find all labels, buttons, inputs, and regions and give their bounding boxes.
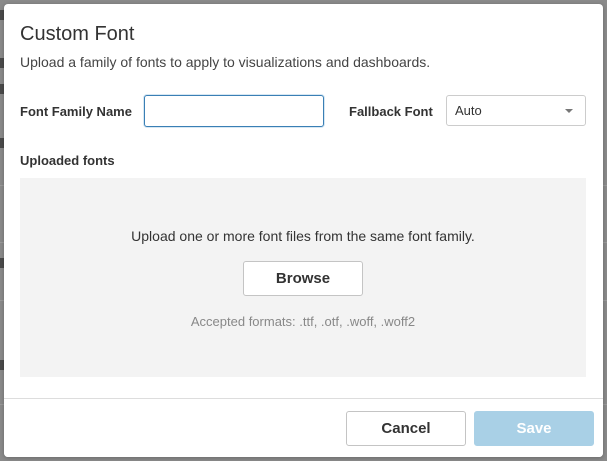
caret-down-icon	[565, 109, 573, 113]
fallback-font-label: Fallback Font	[349, 104, 433, 119]
custom-font-dialog: Custom Font Upload a family of fonts to …	[4, 4, 603, 457]
font-family-name-label: Font Family Name	[20, 104, 132, 119]
upload-instruction: Upload one or more font files from the s…	[131, 228, 475, 244]
font-family-name-input[interactable]	[144, 95, 324, 127]
fallback-font-value: Auto	[455, 103, 482, 118]
font-upload-dropzone[interactable]: Upload one or more font files from the s…	[20, 178, 586, 377]
dialog-subtitle: Upload a family of fonts to apply to vis…	[20, 54, 431, 70]
uploaded-fonts-label: Uploaded fonts	[20, 153, 115, 168]
dialog-title: Custom Font	[20, 23, 135, 45]
save-button[interactable]: Save	[474, 411, 594, 446]
accepted-formats-text: Accepted formats: .ttf, .otf, .woff, .wo…	[190, 314, 416, 329]
dialog-footer: Cancel Save	[4, 398, 603, 457]
cancel-button[interactable]: Cancel	[346, 411, 466, 446]
browse-button[interactable]: Browse	[243, 261, 363, 296]
fallback-font-select[interactable]: Auto	[446, 95, 586, 126]
